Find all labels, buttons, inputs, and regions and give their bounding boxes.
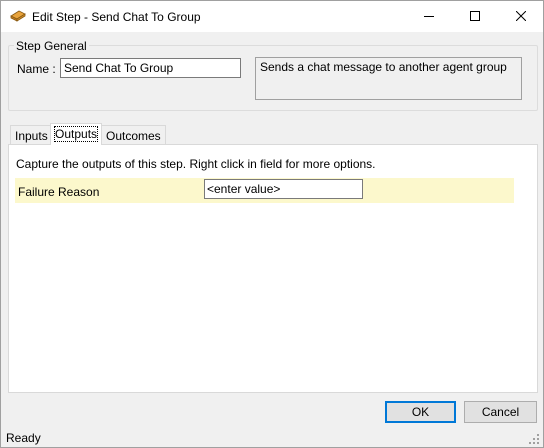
maximize-icon <box>470 11 480 21</box>
tab-inputs[interactable]: Inputs <box>10 125 53 144</box>
outputs-instructions: Capture the outputs of this step. Right … <box>16 157 376 171</box>
tab-outputs[interactable]: Outputs <box>50 123 103 145</box>
close-button[interactable] <box>498 1 544 31</box>
status-text: Ready <box>6 431 41 445</box>
step-general-legend: Step General <box>14 39 89 53</box>
tab-outcomes[interactable]: Outcomes <box>101 125 166 144</box>
description-box[interactable]: Sends a chat message to another agent gr… <box>255 57 522 100</box>
edit-step-dialog: Edit Step - Send Chat To Group Step Gene… <box>0 0 544 448</box>
failure-reason-input[interactable]: <enter value> <box>204 179 363 199</box>
minimize-button[interactable] <box>406 1 452 31</box>
failure-reason-label: Failure Reason <box>18 185 100 199</box>
window-title: Edit Step - Send Chat To Group <box>32 10 201 24</box>
maximize-button[interactable] <box>452 1 498 31</box>
name-input[interactable]: Send Chat To Group <box>60 58 241 78</box>
status-bar: Ready <box>1 427 543 447</box>
step-icon <box>10 10 26 22</box>
tab-inputs-label: Inputs <box>15 129 48 143</box>
cancel-button[interactable]: Cancel <box>464 401 537 423</box>
tab-outcomes-label: Outcomes <box>106 129 161 143</box>
close-icon <box>516 11 526 21</box>
tab-outputs-label: Outputs <box>53 126 99 142</box>
minimize-icon <box>424 11 434 21</box>
name-label: Name : <box>17 62 56 76</box>
title-bar[interactable]: Edit Step - Send Chat To Group <box>1 1 543 32</box>
outputs-tab-panel: Capture the outputs of this step. Right … <box>8 144 538 393</box>
resize-grip-icon[interactable] <box>528 433 540 445</box>
output-field-row: Failure Reason <enter value> <box>15 178 514 203</box>
ok-button[interactable]: OK <box>385 401 456 423</box>
